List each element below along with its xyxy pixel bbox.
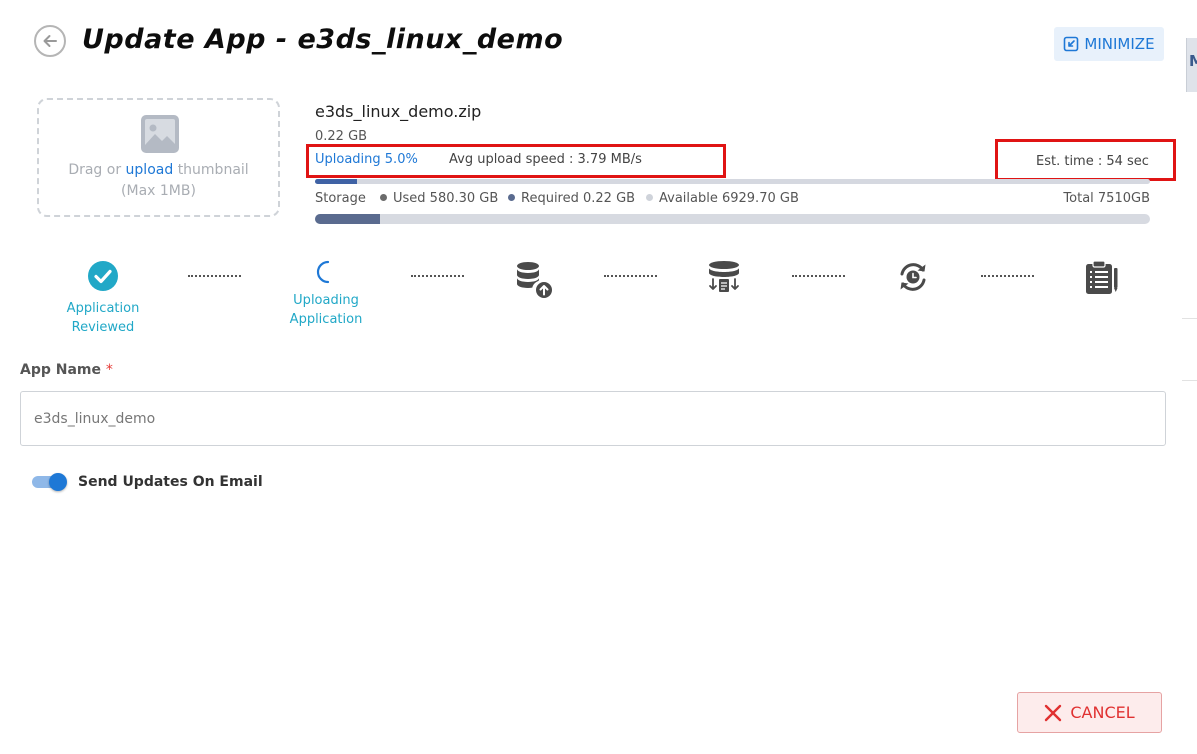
file-size: 0.22 GB bbox=[315, 129, 368, 144]
upload-progress-fill bbox=[315, 179, 357, 184]
update-app-dialog: Update App - e3ds_linux_demo MINIMIZE Dr… bbox=[0, 0, 1182, 754]
storage-available-item: Available 6929.70 GB bbox=[646, 191, 799, 206]
step-label-line1: Application bbox=[66, 301, 140, 316]
step-sync bbox=[895, 260, 931, 298]
step-label-line2: Application bbox=[289, 312, 363, 327]
storage-required: Required 0.22 GB bbox=[521, 191, 636, 206]
step-transfer bbox=[704, 260, 744, 300]
storage-usage-bar bbox=[315, 214, 1150, 224]
background-divider bbox=[1182, 318, 1197, 319]
thumbnail-prefix: Drag or bbox=[68, 162, 122, 178]
upload-status: Uploading 5.0% bbox=[315, 152, 418, 167]
step-connector bbox=[604, 275, 657, 277]
cancel-button[interactable]: CANCEL bbox=[1017, 692, 1162, 733]
storage-used: Used 580.30 GB bbox=[393, 191, 499, 206]
minimize-icon bbox=[1064, 36, 1079, 52]
avg-upload-speed: Avg upload speed : 3.79 MB/s bbox=[449, 152, 642, 167]
required-mark: * bbox=[105, 362, 113, 378]
database-upload-icon bbox=[517, 262, 552, 298]
storage-label: Storage bbox=[315, 191, 366, 206]
step-label-line1: Uploading bbox=[293, 293, 359, 308]
available-dot bbox=[646, 194, 653, 201]
estimated-time: Est. time : 54 sec bbox=[1036, 154, 1149, 169]
step-connector bbox=[188, 275, 241, 277]
file-name: e3ds_linux_demo.zip bbox=[315, 102, 482, 121]
step-storage bbox=[512, 260, 556, 306]
step-application-reviewed: Application Reviewed bbox=[58, 260, 148, 337]
storage-total: Total 7510GB bbox=[1063, 191, 1150, 206]
send-updates-toggle[interactable] bbox=[32, 473, 68, 491]
thumbnail-instructions: Drag or upload thumbnail (Max 1MB) bbox=[39, 160, 278, 202]
app-name-input[interactable] bbox=[20, 391, 1166, 446]
required-dot bbox=[508, 194, 515, 201]
step-connector bbox=[981, 275, 1034, 277]
minimize-label: MINIMIZE bbox=[1084, 35, 1155, 53]
storage-used-item: Used 580.30 GB bbox=[380, 191, 498, 206]
step-connector bbox=[792, 275, 845, 277]
step-uploading-application: Uploading Application bbox=[281, 260, 371, 329]
close-icon bbox=[1045, 704, 1062, 721]
storage-available: Available 6929.70 GB bbox=[659, 191, 799, 206]
step-connector bbox=[411, 275, 464, 277]
back-arrow-icon bbox=[43, 35, 57, 47]
background-divider bbox=[1182, 380, 1197, 381]
storage-required-item: Required 0.22 GB bbox=[508, 191, 635, 206]
spinner-icon bbox=[316, 260, 330, 284]
clipboard-list-icon bbox=[1086, 260, 1118, 294]
page-title: Update App - e3ds_linux_demo bbox=[82, 24, 564, 55]
send-updates-label: Send Updates On Email bbox=[78, 474, 263, 490]
image-icon bbox=[141, 115, 179, 153]
background-button: M bbox=[1186, 38, 1197, 92]
upload-link[interactable]: upload bbox=[126, 162, 174, 178]
storage-used-fill bbox=[315, 214, 380, 224]
storage-legend: Storage Used 580.30 GB Required 0.22 GB … bbox=[315, 191, 1150, 209]
minimize-button[interactable]: MINIMIZE bbox=[1054, 27, 1164, 61]
thumbnail-dropzone[interactable]: Drag or upload thumbnail (Max 1MB) bbox=[37, 98, 280, 217]
app-name-label-text: App Name bbox=[20, 362, 101, 378]
database-transfer-icon bbox=[709, 261, 739, 292]
cancel-label: CANCEL bbox=[1070, 703, 1135, 722]
step-label-line2: Reviewed bbox=[71, 320, 135, 335]
check-circle-icon bbox=[88, 261, 118, 291]
app-name-label: App Name * bbox=[20, 362, 113, 378]
back-button[interactable] bbox=[34, 25, 66, 57]
used-dot bbox=[380, 194, 387, 201]
thumbnail-limit: (Max 1MB) bbox=[121, 183, 196, 199]
background-page-edge: M bbox=[1182, 0, 1197, 754]
thumbnail-suffix: thumbnail bbox=[177, 162, 249, 178]
toggle-knob bbox=[49, 473, 67, 491]
upload-progress-bar bbox=[315, 179, 1150, 184]
step-report bbox=[1083, 260, 1119, 300]
sync-clock-icon bbox=[900, 263, 926, 291]
